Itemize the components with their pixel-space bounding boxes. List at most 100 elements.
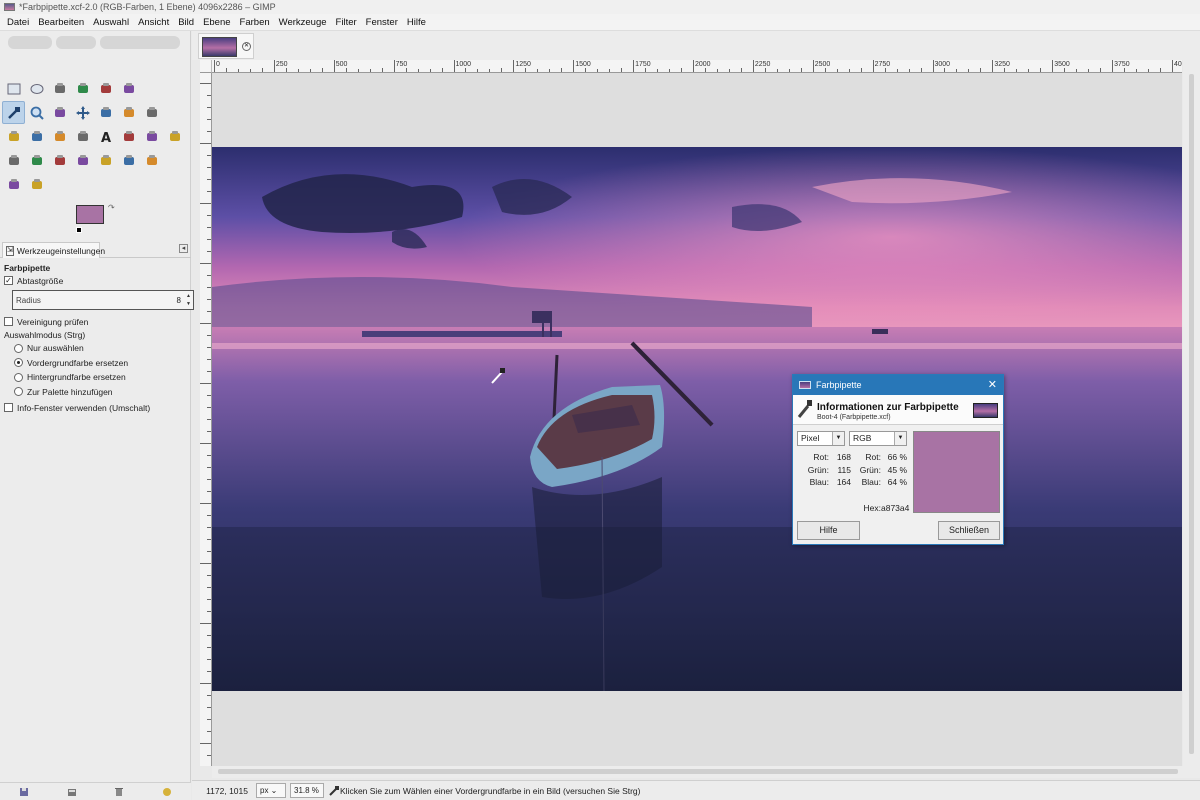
blur-icon[interactable] (140, 149, 163, 172)
close-icon[interactable]: ✕ (242, 42, 251, 51)
rotate-icon[interactable] (140, 101, 163, 124)
default-colors-icon[interactable] (76, 227, 82, 233)
menu-datei[interactable]: Datei (4, 17, 32, 28)
help-button[interactable]: Hilfe (797, 521, 860, 540)
close-icon[interactable]: ✕ (988, 378, 997, 391)
sunset-boat-photo[interactable] (212, 147, 1182, 691)
ruler-tick (214, 60, 215, 72)
zoom-select[interactable]: 31.8 % (290, 783, 324, 798)
heal-icon[interactable] (94, 149, 117, 172)
horizontal-scrollbar[interactable] (212, 766, 1183, 778)
dialog-heading: Informationen zur Farbpipette (817, 402, 959, 413)
color-picker-icon[interactable] (2, 101, 25, 124)
dock-tab-placeholder[interactable] (100, 36, 180, 49)
dodge-burn-icon[interactable] (25, 173, 48, 196)
fuzzy-select-icon[interactable] (71, 77, 94, 100)
ruler-minor-tick (1004, 68, 1006, 72)
dock-tab-placeholder[interactable] (8, 36, 52, 49)
reset-options-icon[interactable] (162, 787, 172, 797)
sample-merged-option[interactable]: Vereinigung prüfen (4, 315, 190, 328)
sample-average-option[interactable]: ✓ Abtastgröße (4, 274, 190, 287)
radius-spinbox[interactable]: Radius 8 ▲ ▼ (12, 290, 194, 310)
save-options-icon[interactable] (19, 787, 29, 797)
pick-mode-heading: Auswahlmodus (Strg) (4, 328, 190, 341)
gradient-icon[interactable] (140, 125, 163, 148)
pick-mode-radio[interactable] (14, 343, 23, 353)
perspective-icon[interactable] (2, 125, 25, 148)
pick-mode-radio[interactable] (14, 387, 23, 397)
dock-tab-placeholder[interactable] (56, 36, 96, 49)
restore-options-icon[interactable] (67, 787, 77, 797)
crop-icon[interactable] (117, 101, 140, 124)
menu-ebene[interactable]: Ebene (200, 17, 233, 28)
ink-icon[interactable] (71, 149, 94, 172)
info-window-checkbox[interactable] (4, 403, 13, 412)
tab-menu-icon[interactable]: ◂ (179, 244, 188, 253)
text-icon[interactable]: A (94, 125, 117, 148)
menu-filter[interactable]: Filter (333, 17, 360, 28)
image-canvas[interactable] (212, 147, 1182, 691)
select-by-color-icon[interactable] (94, 77, 117, 100)
menu-bearbeiten[interactable]: Bearbeiten (35, 17, 87, 28)
unit-select[interactable]: px ⌄ (256, 783, 286, 798)
ruler-tick (752, 60, 754, 72)
pick-mode-radio[interactable] (14, 358, 23, 368)
menu-ansicht[interactable]: Ansicht (135, 17, 172, 28)
dialog-titlebar[interactable]: Farbpipette ✕ (793, 375, 1003, 395)
rect-select-icon[interactable] (2, 77, 25, 100)
spin-arrows-icon[interactable]: ▲ ▼ (186, 292, 191, 308)
info-window-option[interactable]: Info-Fenster verwenden (Umschalt) (4, 401, 190, 414)
smudge-icon[interactable] (2, 173, 25, 196)
right-mode-select[interactable]: RGB ▼ (849, 431, 907, 446)
scissors-icon[interactable] (117, 77, 140, 100)
pick-mode-option[interactable]: Hintergrundfarbe ersetzen (4, 370, 190, 385)
ruler-tick (207, 515, 211, 516)
measure-icon[interactable] (48, 101, 71, 124)
ellipse-select-icon[interactable] (25, 77, 48, 100)
ruler-tick (200, 263, 211, 264)
zoom-icon[interactable] (25, 101, 48, 124)
ruler-label: 2750 (874, 61, 891, 68)
menu-fenster[interactable]: Fenster (363, 17, 401, 28)
menu-hilfe[interactable]: Hilfe (404, 17, 429, 28)
lasso-icon[interactable] (48, 77, 71, 100)
tab-tool-options[interactable]: ⇲ Werkzeugeinstellungen (2, 242, 105, 258)
sample-merged-checkbox[interactable] (4, 317, 13, 326)
canvas-area[interactable] (212, 73, 1182, 766)
image-tab[interactable]: ✕ (198, 33, 254, 59)
navigate-icon[interactable] (1183, 766, 1200, 778)
cage-icon[interactable] (48, 125, 71, 148)
pencil-icon[interactable] (163, 125, 186, 148)
airbrush-icon[interactable] (48, 149, 71, 172)
foreground-color-swatch[interactable] (76, 205, 104, 224)
scroll-thumb[interactable] (1189, 74, 1194, 754)
menu-werkzeuge[interactable]: Werkzeuge (276, 17, 330, 28)
vertical-ruler[interactable] (200, 73, 212, 766)
ruler-corner[interactable] (200, 60, 212, 73)
align-icon[interactable] (94, 101, 117, 124)
scroll-thumb[interactable] (218, 769, 1178, 774)
sample-average-checkbox[interactable]: ✓ (4, 276, 13, 285)
left-mode-select[interactable]: Pixel ▼ (797, 431, 845, 446)
close-button[interactable]: Schließen (938, 521, 1000, 540)
warp-icon[interactable] (71, 125, 94, 148)
menu-auswahl[interactable]: Auswahl (90, 17, 132, 28)
value-label: Grün: (859, 464, 881, 475)
swap-colors-icon[interactable]: ↷ (108, 203, 115, 212)
menu-bild[interactable]: Bild (175, 17, 197, 28)
pick-mode-option[interactable]: Zur Palette hinzufügen (4, 385, 190, 400)
delete-options-icon[interactable] (114, 787, 124, 797)
clone-icon[interactable] (117, 149, 140, 172)
bucket-fill-icon[interactable] (117, 125, 140, 148)
pick-mode-option[interactable]: Nur auswählen (4, 341, 190, 356)
move-icon[interactable] (71, 101, 94, 124)
menu-farben[interactable]: Farben (237, 17, 273, 28)
vertical-scrollbar[interactable] (1183, 60, 1200, 766)
pick-mode-radio[interactable] (14, 372, 23, 382)
ruler-tick (207, 335, 211, 336)
flip-icon[interactable] (25, 125, 48, 148)
eraser-icon[interactable] (25, 149, 48, 172)
paintbrush-icon[interactable] (2, 149, 25, 172)
horizontal-ruler[interactable]: 0 250 500 750 1000 1250 1500 1750 2000 2250 2500 27… (212, 60, 1182, 73)
pick-mode-option[interactable]: Vordergrundfarbe ersetzen (4, 356, 190, 371)
